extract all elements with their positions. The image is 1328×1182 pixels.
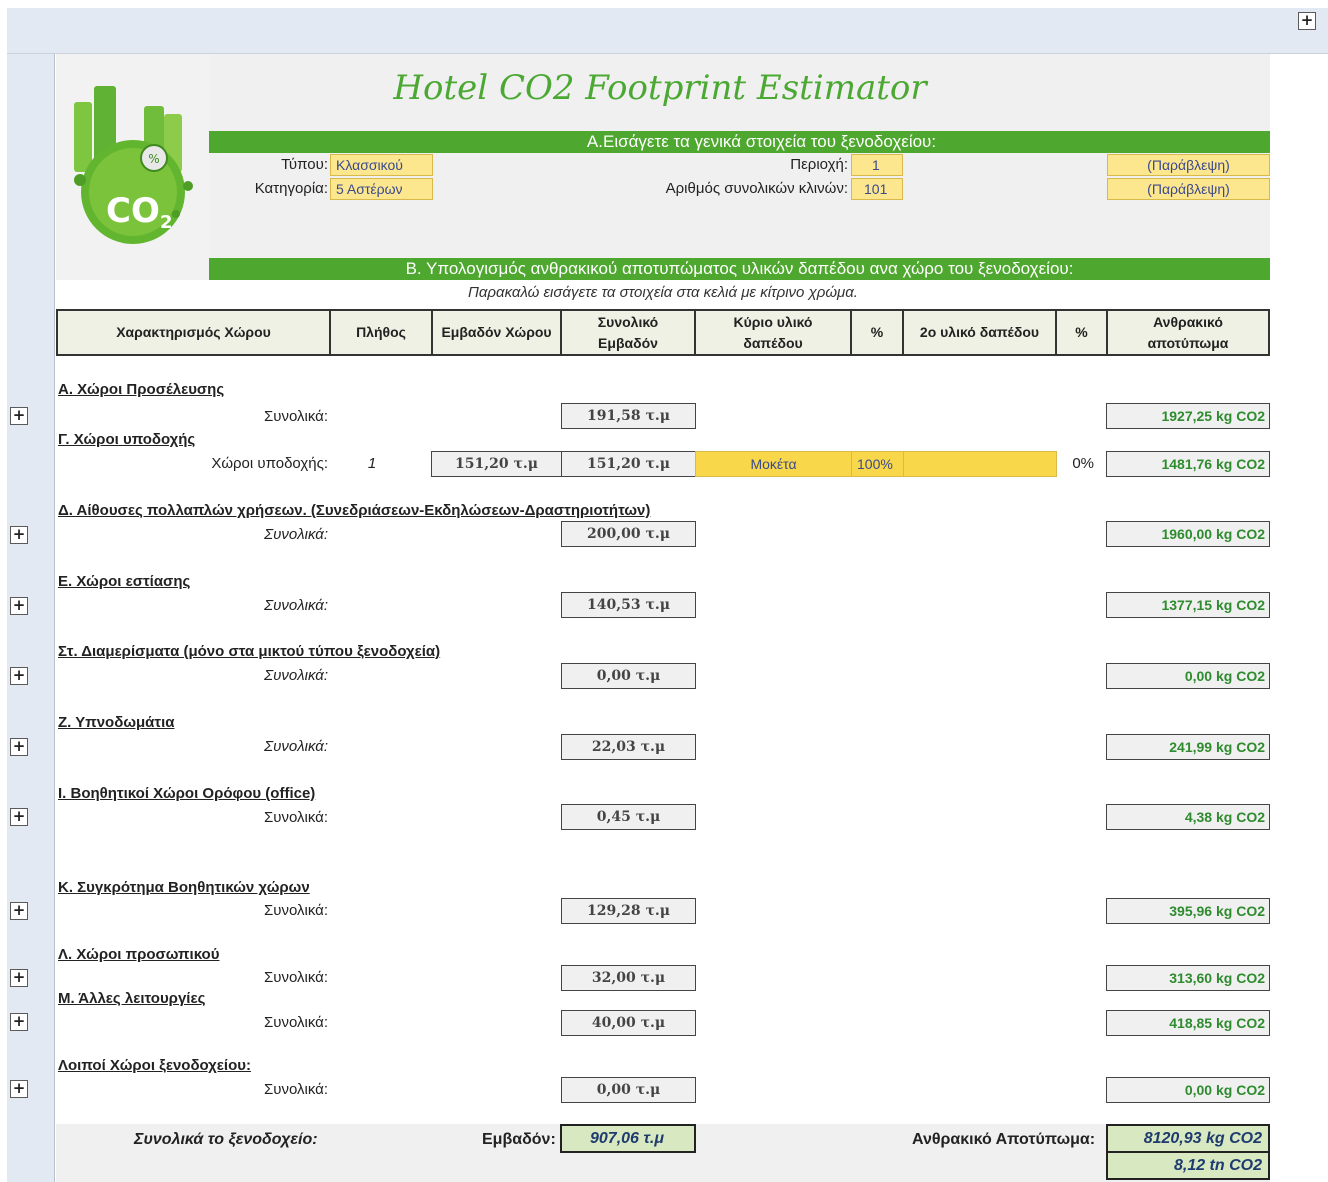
col-header-pct1: % (850, 309, 904, 356)
instruction-note: Παρακαλώ εισάγετε τα στοιχεία στα κελιά … (468, 284, 858, 301)
expand-group-button[interactable]: + (10, 1013, 28, 1031)
subtotal-co2: 395,96 kg CO2 (1106, 898, 1270, 924)
totals-label: Συνολικά το ξενοδοχείο: (134, 1131, 318, 1148)
section-title: Λοιποί Χώροι ξενοδοχείου: (58, 1057, 251, 1074)
section-title: Στ. Διαμερίσματα (μόνο στα μικτού τύπου … (58, 643, 441, 660)
expand-group-button[interactable]: + (10, 808, 28, 826)
logo-area: % CO 2 (56, 54, 209, 280)
subtotal-label: Συνολικά: (263, 969, 328, 986)
subtotal-co2: 0,00 kg CO2 (1106, 663, 1270, 689)
ignore-cell-2[interactable]: (Παράβλεψη) (1107, 178, 1270, 200)
main-material-select[interactable]: Μοκέτα (695, 451, 852, 477)
type-input[interactable]: Κλασσικού (330, 154, 433, 176)
col-header-footprint: Ανθρακικό αποτύπωμα (1106, 309, 1270, 356)
subtotal-label: Συνολικά: (263, 809, 328, 826)
main-material-pct[interactable]: 100% (851, 451, 904, 477)
expand-group-button[interactable]: + (10, 526, 28, 544)
section-b-header: Β. Υπολογισμός ανθρακικού αποτυπώματος υ… (209, 258, 1270, 280)
reception-row-label: Χώροι υποδοχής: (211, 455, 328, 472)
subtotal-label: Συνολικά: (264, 597, 328, 614)
beds-label: Αριθμός συνολικών κλινών: (665, 180, 848, 197)
section-title: Μ. Άλλες λειτουργίες (58, 990, 206, 1007)
reception-total-area: 151,20 τ.μ (561, 451, 696, 477)
col-header-second-material: 2ο υλικό δαπέδου (902, 309, 1057, 356)
total-co2-tn: 8,12 tn CO2 (1106, 1151, 1270, 1180)
expand-group-button[interactable]: + (10, 667, 28, 685)
region-label: Περιοχή: (790, 156, 848, 173)
beds-input[interactable]: 101 (851, 178, 903, 200)
subtotal-co2: 241,99 kg CO2 (1106, 734, 1270, 760)
section-title: Δ. Αίθουσες πολλαπλών χρήσεων. (Συνεδριά… (58, 502, 651, 519)
expand-group-button[interactable]: + (10, 1080, 28, 1098)
subtotal-label: Συνολικά: (264, 526, 328, 543)
subtotal-co2: 1927,25 kg CO2 (1106, 403, 1270, 429)
subtotal-area: 40,00 τ.μ (561, 1010, 696, 1036)
subtotal-co2: 418,85 kg CO2 (1106, 1010, 1270, 1036)
total-co2-kg: 8120,93 kg CO2 (1106, 1124, 1270, 1153)
subtotal-area: 0,45 τ.μ (561, 804, 696, 830)
subtotal-label: Συνολικά: (263, 1014, 328, 1031)
co2-city-logo: % CO 2 (74, 86, 193, 244)
section-a-header: Α.Εισάγετε τα γενικά στοιχεία του ξενοδο… (209, 131, 1270, 153)
section-title: Α. Χώροι Προσέλευσης (58, 381, 225, 398)
region-input[interactable]: 1 (851, 154, 903, 176)
col-header-space: Χαρακτηρισμός Χώρου (56, 309, 331, 356)
total-area-label: Εμβαδόν: (482, 1131, 556, 1148)
subtotal-co2: 313,60 kg CO2 (1106, 965, 1270, 991)
expand-all-button[interactable]: + (1298, 12, 1316, 30)
subtotal-label: Συνολικά: (264, 738, 328, 755)
subtotal-co2: 1960,00 kg CO2 (1106, 521, 1270, 547)
expand-group-button[interactable]: + (10, 902, 28, 920)
subtotal-area: 0,00 τ.μ (561, 1077, 696, 1103)
category-label: Κατηγορία: (254, 180, 328, 197)
subtotal-co2: 4,38 kg CO2 (1106, 804, 1270, 830)
subtotal-area: 140,53 τ.μ (561, 592, 696, 618)
subtotal-label: Συνολικά: (263, 408, 328, 425)
subtotal-label: Συνολικά: (263, 1081, 328, 1098)
subtotal-area: 32,00 τ.μ (561, 965, 696, 991)
svg-text:CO: CO (106, 191, 160, 231)
outline-bar (7, 8, 1328, 54)
expand-group-button[interactable]: + (10, 597, 28, 615)
subtotal-area: 129,28 τ.μ (561, 898, 696, 924)
page-title: Hotel CO2 Footprint Estimator (393, 68, 927, 108)
subtotal-area: 200,00 τ.μ (561, 521, 696, 547)
expand-group-button[interactable]: + (10, 738, 28, 756)
reception-area[interactable]: 151,20 τ.μ (431, 451, 562, 477)
subtotal-area: 191,58 τ.μ (561, 403, 696, 429)
col-header-total-area: Συνολικό Εμβαδόν (560, 309, 696, 356)
second-material-pct: 0% (1072, 455, 1094, 472)
section-title: Λ. Χώροι προσωπικού (58, 946, 220, 963)
second-material-select[interactable] (903, 451, 1057, 477)
section-title: Ζ. Υπνοδωμάτια (58, 714, 175, 731)
col-header-area: Εμβαδόν Χώρου (431, 309, 562, 356)
subtotal-co2: 0,00 kg CO2 (1106, 1077, 1270, 1103)
expand-group-button[interactable]: + (10, 969, 28, 987)
expand-group-button[interactable]: + (10, 407, 28, 425)
svg-text:%: % (148, 152, 159, 166)
col-header-main-material: Κύριο υλικό δαπέδου (694, 309, 852, 356)
svg-text:2: 2 (160, 212, 173, 233)
subtotal-area: 22,03 τ.μ (561, 734, 696, 760)
section-title: Ι. Βοηθητικοί Χώροι Ορόφου (office) (58, 785, 316, 802)
subtotal-label: Συνολικά: (264, 667, 328, 684)
subtotal-label: Συνολικά: (263, 902, 328, 919)
total-co2-label: Ανθρακικό Αποτύπωμα: (912, 1131, 1096, 1148)
subtotal-co2: 1377,15 kg CO2 (1106, 592, 1270, 618)
section-title: Ε. Χώροι εστίασης (58, 573, 191, 590)
type-label: Τύπου: (281, 156, 328, 173)
col-header-pct2: % (1055, 309, 1108, 356)
section-title: Κ. Συγκρότημα Βοηθητικών χώρων (58, 879, 310, 896)
total-area-value: 907,06 τ.μ (560, 1124, 696, 1153)
category-input[interactable]: 5 Αστέρων (330, 178, 433, 200)
col-header-count: Πλήθος (329, 309, 433, 356)
reception-count: 1 (367, 455, 377, 472)
section-title: Γ. Χώροι υποδοχής (58, 431, 196, 448)
reception-co2: 1481,76 kg CO2 (1106, 451, 1270, 477)
subtotal-area: 0,00 τ.μ (561, 663, 696, 689)
ignore-cell-1[interactable]: (Παράβλεψη) (1107, 154, 1270, 176)
